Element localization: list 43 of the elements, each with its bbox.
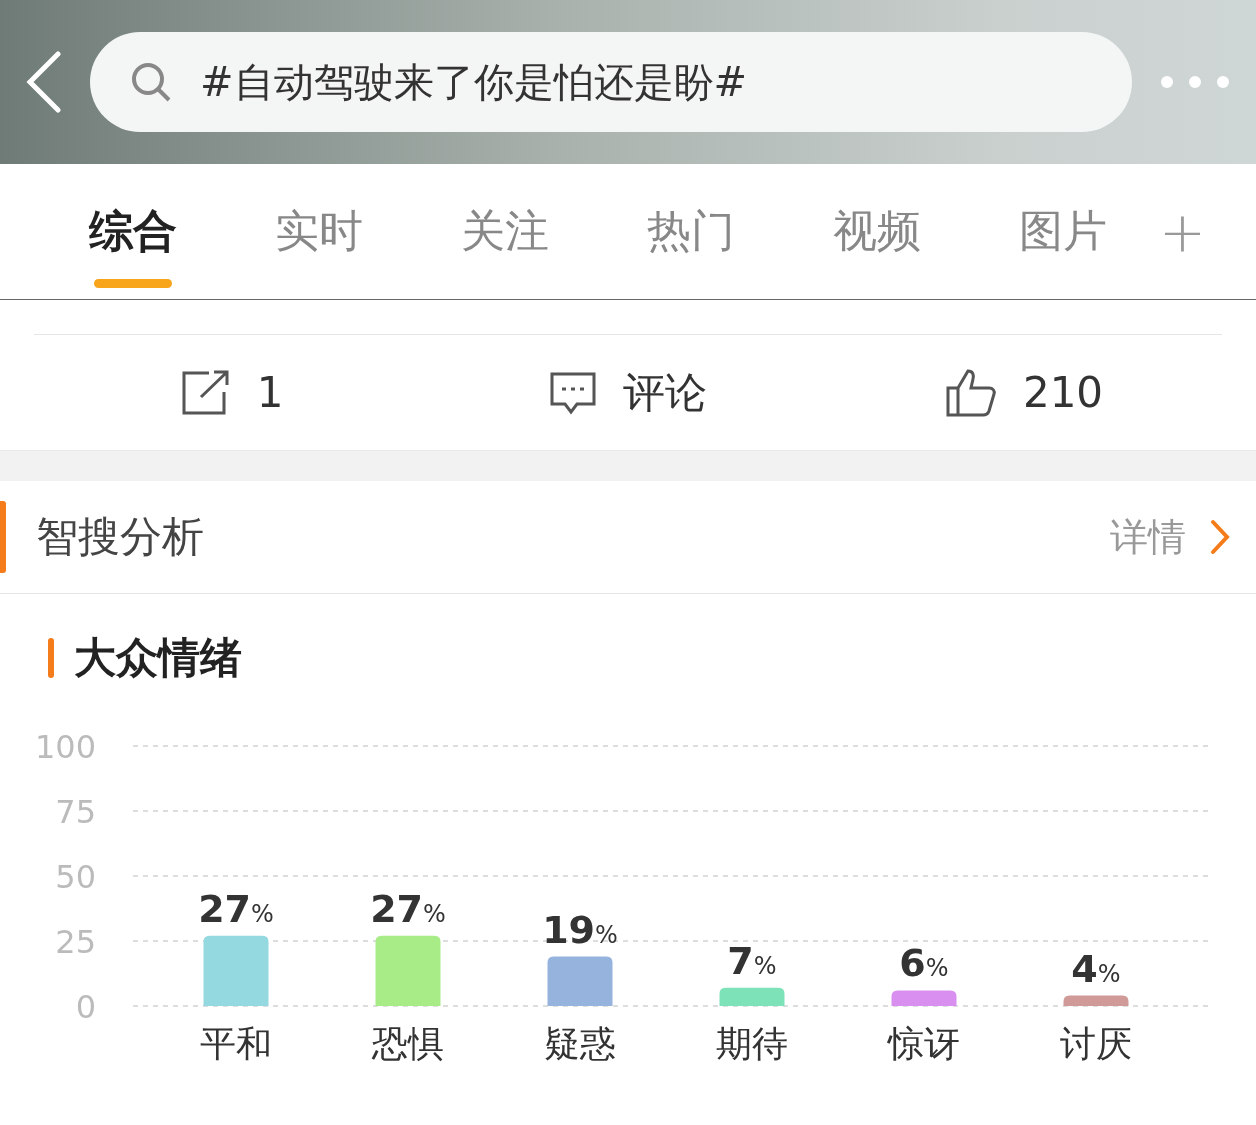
category-label: 疑惑 [544, 1023, 616, 1064]
tab[interactable]: 关注 [412, 175, 598, 288]
details-link[interactable]: 详情 [1110, 511, 1230, 563]
add-tab-button[interactable]: + [1159, 199, 1206, 264]
tab[interactable]: 视频 [784, 175, 970, 288]
share-action[interactable]: 1 [34, 335, 430, 450]
axis-tick-label: 50 [55, 858, 96, 896]
share-icon [180, 369, 231, 416]
search-icon [130, 61, 172, 103]
category-label: 平和 [200, 1023, 272, 1064]
thumbs-up-icon [944, 367, 997, 418]
value-label: 6% [899, 941, 949, 986]
like-action[interactable]: 210 [826, 335, 1222, 450]
axis-tick-label: 0 [75, 988, 96, 1026]
chart-title: 大众情绪 [74, 632, 242, 684]
value-label: 27% [370, 886, 446, 931]
comment-icon [549, 370, 597, 415]
comment-action[interactable]: 评论 [430, 335, 826, 450]
search-field[interactable]: #自动驾驶来了你是怕还是盼# [90, 32, 1132, 132]
chevron-right-icon [1210, 519, 1230, 555]
axis-tick-label: 75 [55, 793, 96, 831]
category-label: 恐惧 [372, 1023, 444, 1064]
section-title: 智搜分析 [36, 511, 204, 563]
bar [1063, 995, 1129, 1006]
category-label: 讨厌 [1060, 1023, 1132, 1064]
bar [891, 990, 957, 1006]
axis-tick-label: 100 [34, 728, 96, 766]
value-label: 4% [1071, 946, 1121, 991]
bar [719, 987, 785, 1006]
axis-tick-label: 25 [55, 923, 96, 961]
bar [203, 935, 269, 1006]
bar [547, 956, 613, 1006]
tab[interactable]: 综合 [40, 175, 226, 288]
tab[interactable]: 热门 [598, 175, 784, 288]
category-label: 期待 [716, 1023, 788, 1064]
back-icon[interactable] [26, 51, 62, 113]
bar [375, 935, 441, 1006]
value-label: 7% [727, 938, 777, 983]
category-label: 惊讶 [888, 1023, 960, 1064]
tab[interactable]: 图片 [970, 175, 1156, 288]
value-label: 19% [542, 907, 618, 952]
value-label: 27% [198, 886, 274, 931]
tab[interactable]: 实时 [226, 175, 412, 288]
